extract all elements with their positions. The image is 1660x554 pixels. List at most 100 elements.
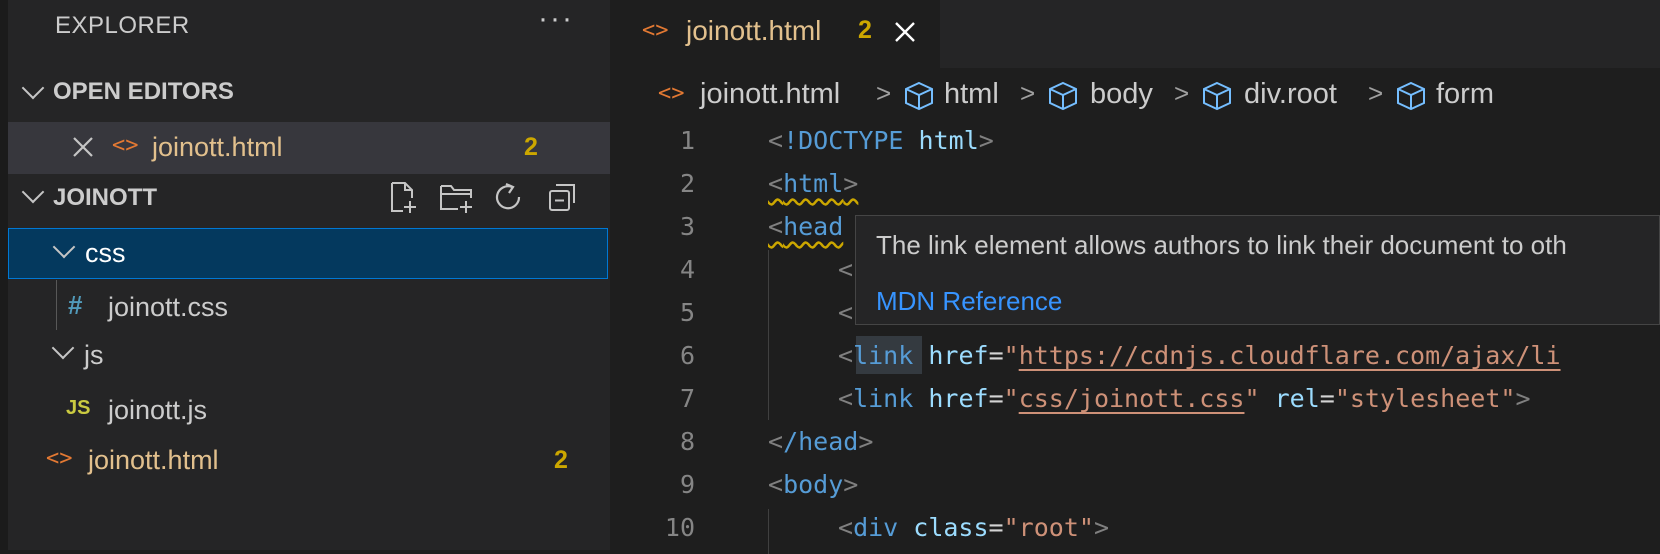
tree-folder-js[interactable]: js: [8, 331, 608, 381]
line-number: 1: [679, 126, 695, 155]
tree-item-label: joinott.css: [108, 292, 229, 322]
code-line-2: <html>: [768, 169, 858, 198]
code-line-10: <div class="root">: [838, 513, 1110, 542]
indent-guide: [768, 509, 769, 554]
open-editor-item[interactable]: <> joinott.html 2: [8, 122, 610, 174]
code-line-7: <link href="css/joinott.css" rel="styles…: [838, 384, 1531, 413]
code-line-6: <link href="https://cdnjs.cloudflare.com…: [838, 341, 1561, 370]
code-line-3: <head: [768, 212, 843, 241]
tree-folder-css[interactable]: css: [8, 228, 608, 279]
tree-item-label: joinott.js: [108, 395, 208, 425]
line-number: 4: [679, 255, 695, 284]
code-token: head: [783, 212, 844, 241]
chevron-down-icon: [51, 336, 75, 360]
tree-file-joinott-html[interactable]: <> joinott.html 2: [8, 434, 608, 484]
code-link[interactable]: https://cdnjs.cloudflare.com/ajax/li: [1019, 341, 1561, 370]
breadcrumb-item[interactable]: div.root: [1244, 78, 1337, 111]
project-header[interactable]: JOINOTT: [8, 176, 608, 222]
code-token: rel: [1274, 384, 1320, 413]
code-line-4: <: [838, 255, 854, 284]
tree-item-label: css: [85, 238, 126, 268]
tree-item-label: js: [84, 340, 104, 370]
line-number: 3: [679, 212, 695, 241]
line-number: 5: [679, 298, 695, 327]
code-token: root: [1018, 513, 1079, 542]
code-token: href: [928, 384, 989, 413]
code-link[interactable]: css/joinott.css: [1019, 384, 1245, 413]
code-token: body: [783, 470, 844, 499]
code-editor[interactable]: 1 2 3 4 5 6 7 8 9 10 <!DOCTYPE html> <ht…: [610, 124, 1660, 554]
explorer-sidebar: EXPLORER ··· OPEN EDITORS <> joinott.htm…: [0, 0, 610, 550]
chevron-down-icon: [21, 76, 45, 100]
chevron-down-icon: [52, 235, 76, 259]
warning-squiggle: <head: [768, 212, 844, 241]
line-number: 6: [679, 341, 695, 370]
symbol-element-icon: [1394, 80, 1428, 117]
close-icon[interactable]: [892, 19, 918, 45]
warning-squiggle: <html>: [768, 169, 859, 198]
activity-bar-edge: [0, 0, 8, 550]
html-file-icon: <>: [642, 18, 669, 43]
problem-count-badge: 2: [554, 446, 568, 474]
new-file-icon[interactable]: [386, 180, 420, 214]
chevron-right-icon: >: [876, 78, 892, 108]
collapse-all-icon[interactable]: [546, 180, 580, 214]
line-number: 7: [679, 384, 695, 413]
breadcrumb-item[interactable]: form: [1436, 78, 1494, 111]
code-line-1: <!DOCTYPE html>: [768, 126, 994, 155]
js-file-icon: JS: [66, 397, 91, 419]
breadcrumb-item[interactable]: body: [1090, 78, 1153, 111]
chevron-right-icon: >: [1174, 78, 1190, 108]
code-token: class: [913, 513, 989, 542]
symbol-element-icon: [1200, 80, 1234, 117]
code-token: /head: [783, 427, 859, 456]
breadcrumb-item[interactable]: joinott.html: [700, 78, 840, 111]
code-token: href: [928, 341, 989, 370]
problem-count-badge: 2: [524, 133, 538, 161]
open-editor-filename: joinott.html: [152, 132, 283, 162]
open-editors-title: OPEN EDITORS: [53, 78, 234, 105]
mdn-reference-link[interactable]: MDN Reference: [876, 286, 1062, 317]
code-token: link: [853, 384, 914, 413]
breadcrumb: <> joinott.html > html > body > div.root…: [610, 68, 1660, 124]
tree-item-label: joinott.html: [88, 445, 219, 475]
html-file-icon: <>: [46, 446, 73, 471]
hover-tooltip: The link element allows authors to link …: [855, 215, 1660, 325]
code-token: div: [853, 513, 899, 542]
chevron-right-icon: >: [1020, 78, 1036, 108]
code-line-5: <: [838, 298, 854, 327]
breadcrumb-item[interactable]: html: [944, 78, 999, 111]
html-file-icon: <>: [112, 133, 139, 158]
new-folder-icon[interactable]: [438, 180, 472, 214]
line-number: 8: [679, 427, 695, 456]
project-title: JOINOTT: [53, 184, 158, 211]
symbol-element-icon: [902, 80, 936, 117]
close-icon[interactable]: [70, 134, 96, 160]
line-number: 2: [679, 169, 695, 198]
html-file-icon: <>: [658, 81, 685, 106]
line-number: 9: [679, 470, 695, 499]
code-line-9: <body>: [768, 470, 859, 499]
more-actions-icon[interactable]: ···: [538, 2, 574, 36]
symbol-element-icon: [1046, 80, 1080, 117]
tab-label: joinott.html: [686, 15, 822, 46]
tab-joinott-html[interactable]: <> joinott.html 2: [610, 0, 940, 68]
explorer-title: EXPLORER: [55, 12, 190, 39]
tree-file-joinott-js[interactable]: JS joinott.js: [8, 383, 608, 433]
code-token: !DOCTYPE: [783, 126, 904, 155]
code-token: html: [918, 126, 979, 155]
css-file-icon: #: [68, 290, 83, 320]
hover-description: The link element allows authors to link …: [876, 230, 1567, 260]
line-number: 10: [664, 513, 695, 542]
chevron-right-icon: >: [1368, 78, 1384, 108]
indent-guide: [768, 250, 769, 420]
code-line-8: </head>: [768, 427, 874, 456]
refresh-icon[interactable]: [492, 180, 526, 214]
code-token: stylesheet: [1349, 384, 1501, 413]
chevron-down-icon: [21, 180, 45, 204]
tab-problem-badge: 2: [858, 16, 872, 44]
code-token: html: [783, 169, 844, 198]
code-token: link: [853, 341, 914, 370]
open-editors-header[interactable]: OPEN EDITORS: [8, 74, 608, 116]
tree-file-joinott-css[interactable]: # joinott.css: [8, 280, 608, 330]
